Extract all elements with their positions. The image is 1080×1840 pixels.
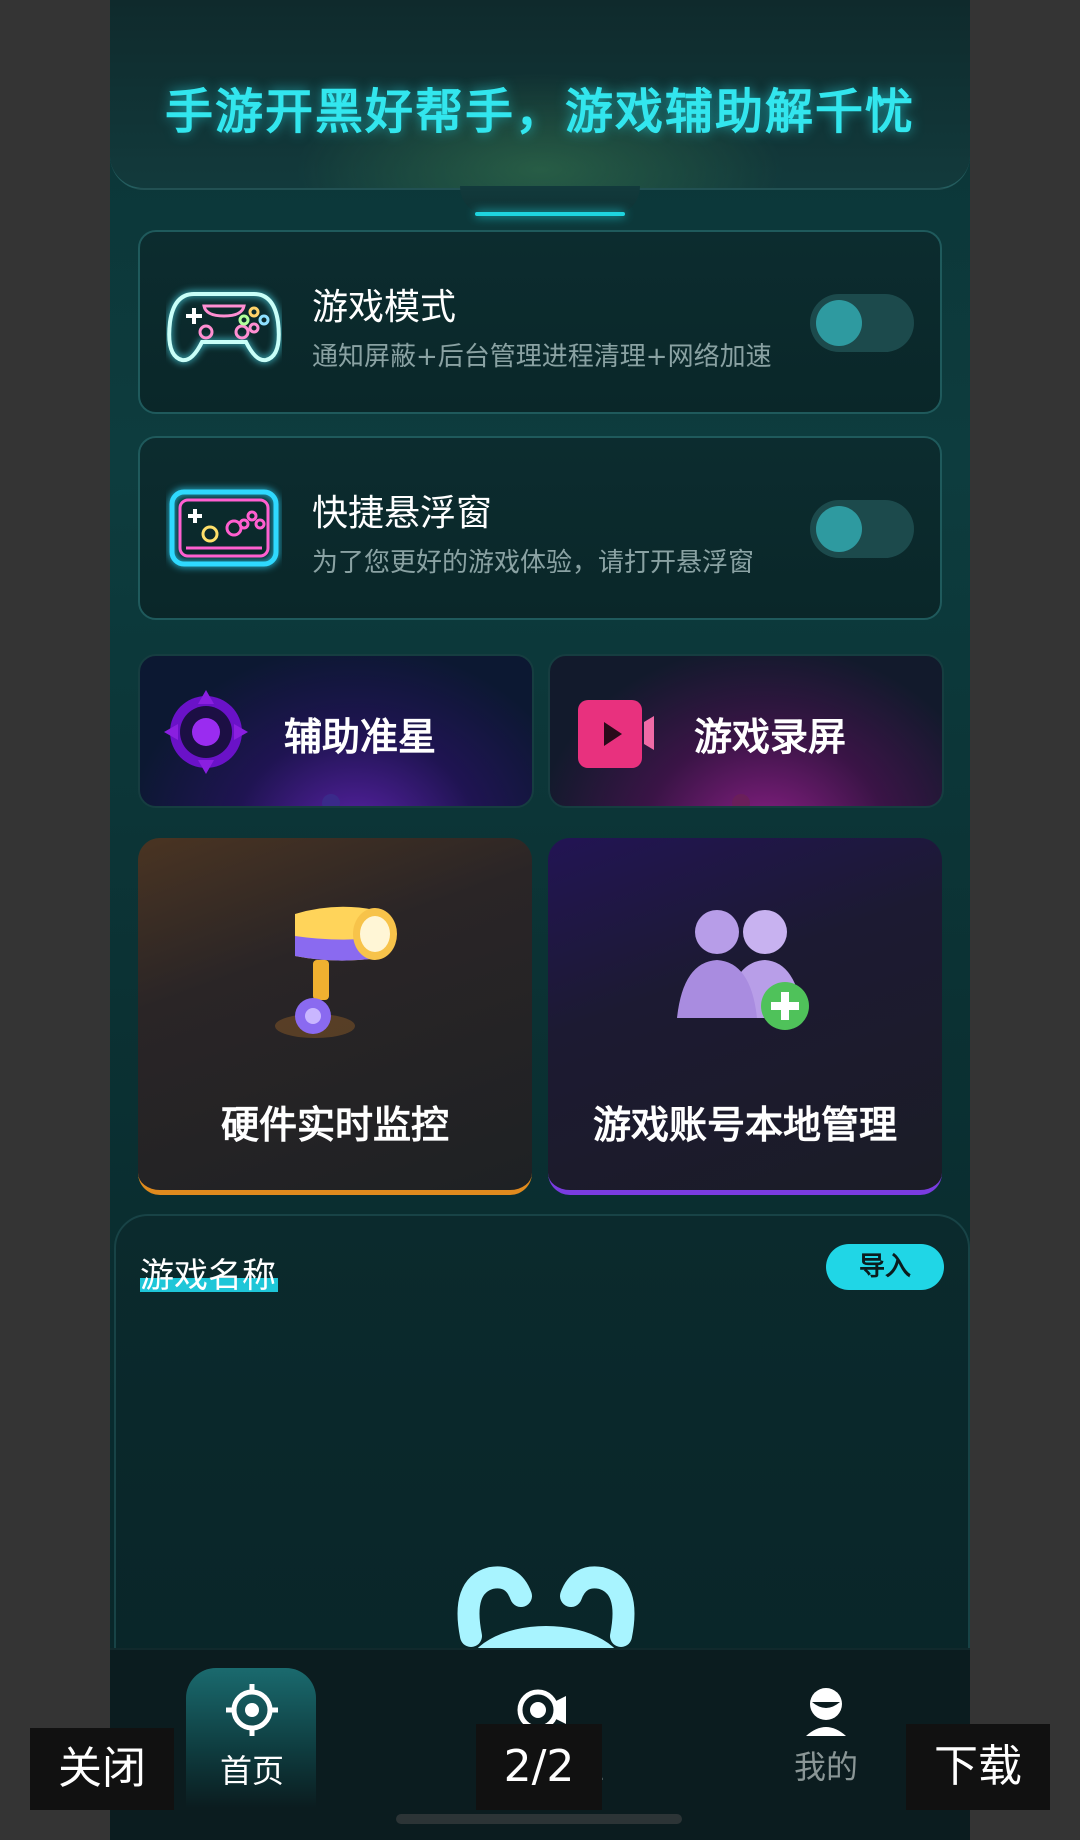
crosshair-tool-label: 辅助准星 — [284, 715, 437, 759]
video-camera-icon — [578, 700, 654, 768]
card-dot — [322, 794, 340, 806]
download-button[interactable]: 下载 — [906, 1724, 1050, 1810]
app-screen: 手游开黑好帮手，游戏辅助解千忧 游戏模式 通知屏蔽+后台管理进程清理+网络加速 — [110, 0, 970, 1840]
floating-window-desc: 为了您更好的游戏体验，请打开悬浮窗 — [312, 548, 755, 578]
tab-home-label: 首页 — [219, 1752, 284, 1790]
toggle-knob — [816, 300, 862, 346]
banner-title: 手游开黑好帮手，游戏辅助解千忧 — [164, 84, 915, 140]
crosshair-icon — [164, 690, 248, 774]
tab-home[interactable]: 首页 — [152, 1650, 352, 1808]
home-indicator — [396, 1814, 682, 1824]
add-users-icon — [677, 910, 809, 1030]
game-mode-card: 游戏模式 通知屏蔽+后台管理进程清理+网络加速 — [138, 230, 942, 414]
account-manage-label: 游戏账号本地管理 — [592, 1103, 897, 1147]
game-mode-title: 游戏模式 — [312, 287, 457, 328]
gamepad-icon — [167, 292, 281, 363]
game-list-title: 游戏名称 — [140, 1256, 276, 1296]
floating-window-title: 快捷悬浮窗 — [312, 493, 493, 534]
screen-record-tool-card[interactable]: 游戏录屏 — [548, 654, 944, 808]
banner-glow-line — [475, 212, 625, 216]
floating-window-icon — [169, 489, 279, 567]
game-mode-desc: 通知屏蔽+后台管理进程清理+网络加速 — [312, 342, 772, 372]
security-camera-icon — [275, 906, 397, 1038]
page-indicator: 2/2 — [476, 1724, 602, 1810]
target-icon — [226, 1684, 278, 1736]
card-dot — [732, 794, 750, 806]
import-button[interactable]: 导入 — [826, 1244, 944, 1290]
hardware-monitor-label: 硬件实时监控 — [220, 1103, 449, 1147]
game-mode-toggle[interactable] — [810, 294, 914, 352]
screen-record-tool-label: 游戏录屏 — [694, 715, 847, 759]
hardware-monitor-card[interactable]: 硬件实时监控 — [138, 838, 532, 1195]
user-icon — [806, 1688, 846, 1736]
close-button[interactable]: 关闭 — [30, 1728, 174, 1810]
floating-window-card: 快捷悬浮窗 为了您更好的游戏体验，请打开悬浮窗 — [138, 436, 942, 620]
floating-window-toggle[interactable] — [810, 500, 914, 558]
account-manage-card[interactable]: 游戏账号本地管理 — [548, 838, 942, 1195]
crosshair-tool-card[interactable]: 辅助准星 — [138, 654, 534, 808]
tab-mine[interactable]: 我的 — [726, 1650, 926, 1786]
tab-mine-label: 我的 — [793, 1748, 858, 1786]
toggle-knob — [816, 506, 862, 552]
